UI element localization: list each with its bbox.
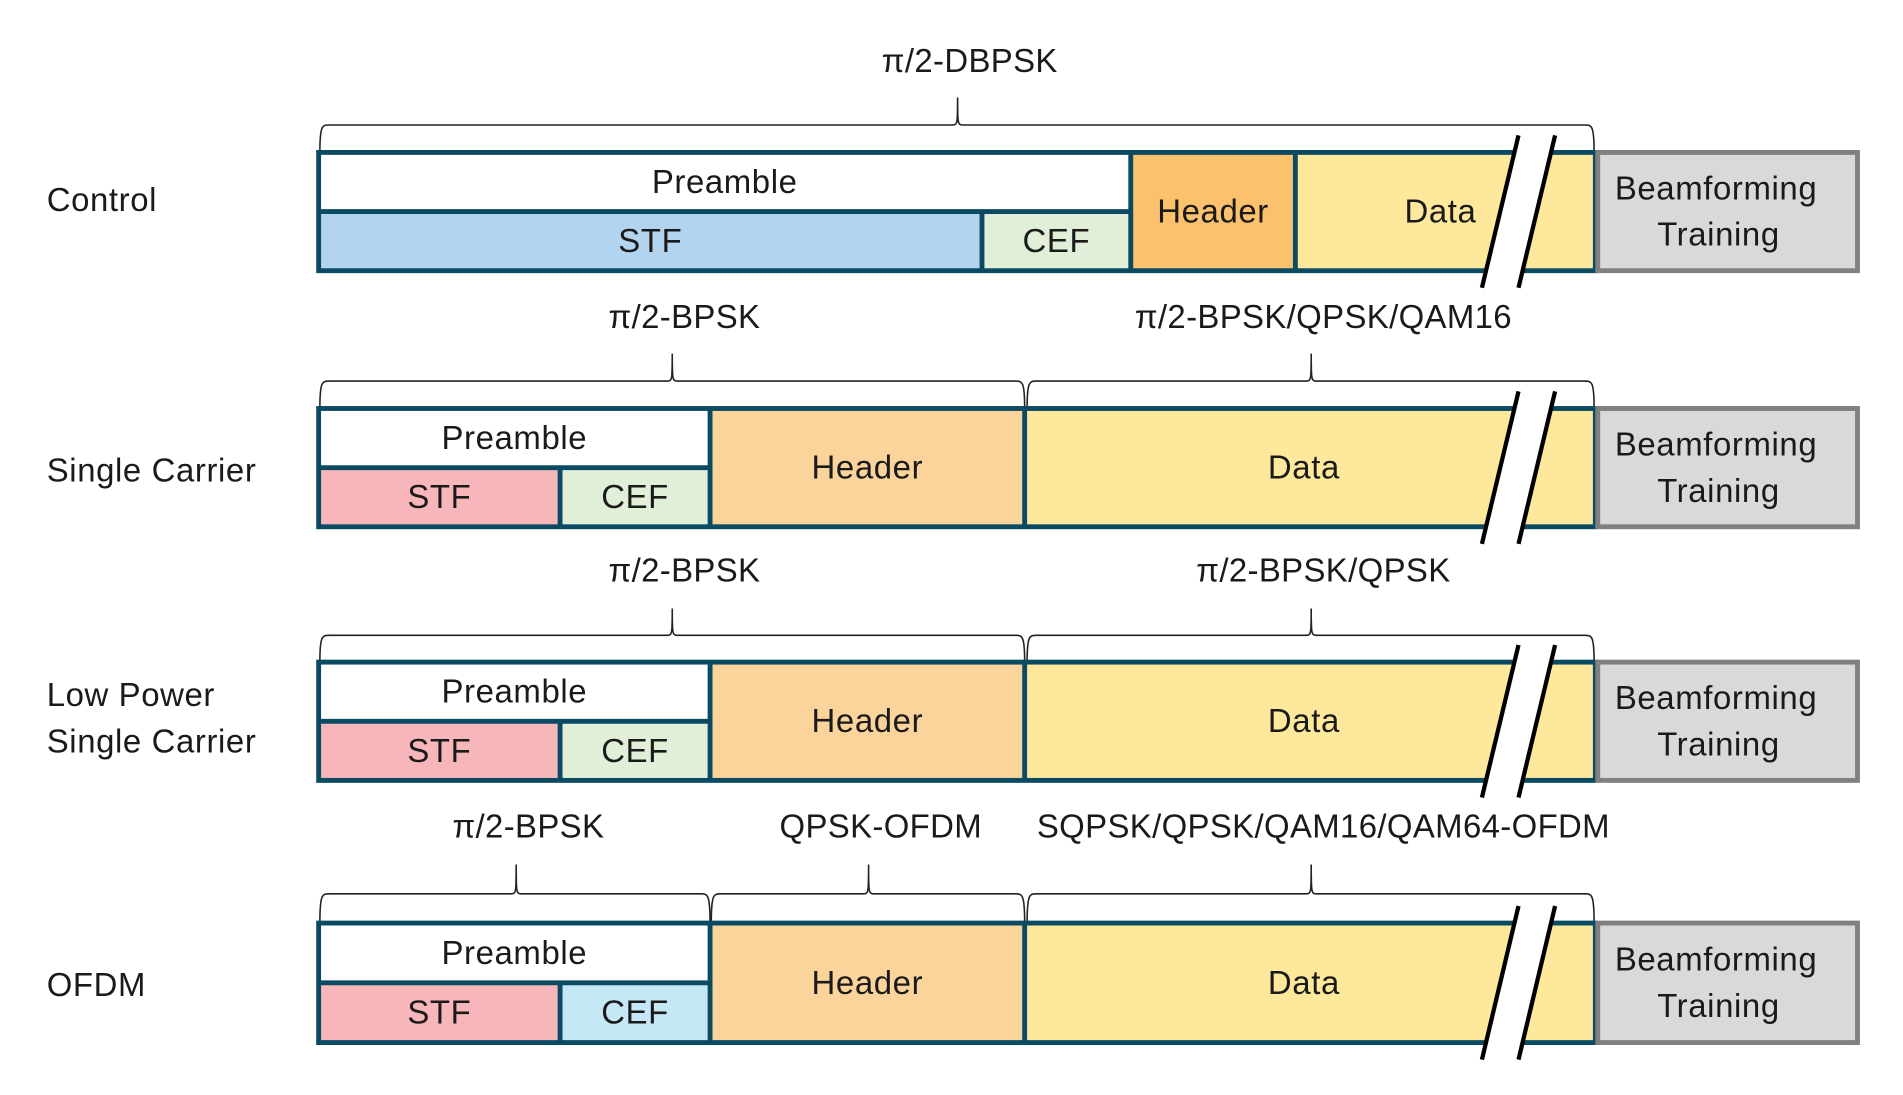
modulation-label: SQPSK/QPSK/QAM16/QAM64-OFDM	[1037, 808, 1610, 845]
row-label: Single Carrier	[47, 452, 257, 489]
header-label: Header	[812, 964, 924, 1001]
data-label: Data	[1268, 964, 1340, 1001]
header-label: Header	[812, 449, 924, 486]
data-label: Data	[1268, 702, 1340, 739]
data-label: Data	[1268, 449, 1340, 486]
row-label: OFDM	[47, 966, 146, 1003]
data-label: Data	[1404, 193, 1476, 230]
training-label: Training	[1657, 987, 1780, 1024]
stf-label: STF	[407, 478, 471, 515]
frame-row-low-power-single-carrier: Low Power Single Carrier π/2-BPSK π/2-BPSK/…	[47, 552, 1860, 798]
modulation-label: π/2-BPSK	[609, 552, 761, 589]
frame-row-single-carrier: Single Carrier π/2-BPSK π/2-BPSK/QPSK/QAM1…	[47, 298, 1860, 545]
training-label: Beamforming	[1615, 941, 1817, 978]
row-label: Single Carrier	[47, 722, 257, 759]
modulation-brace	[319, 608, 1026, 663]
cef-label: CEF	[1023, 222, 1091, 259]
modulation-label: π/2-BPSK/QPSK	[1196, 552, 1450, 589]
modulation-brace	[1026, 864, 1595, 924]
training-label: Training	[1657, 725, 1780, 762]
cef-label: CEF	[601, 478, 669, 515]
preamble-label: Preamble	[441, 419, 587, 456]
cef-label: CEF	[601, 994, 669, 1031]
frame-row-ofdm: OFDM π/2-BPSK QPSK-OFDM SQPSK/QPSK/QAM16/QA…	[47, 808, 1860, 1061]
modulation-brace	[319, 864, 711, 924]
row-label: Control	[47, 181, 157, 218]
preamble-label: Preamble	[441, 934, 587, 971]
modulation-brace	[1026, 353, 1595, 409]
modulation-label: π/2-BPSK	[609, 298, 761, 335]
stf-label: STF	[618, 222, 682, 259]
modulation-brace	[319, 97, 1595, 153]
modulation-label: π/2-BPSK/QPSK/QAM16	[1135, 298, 1512, 335]
header-label: Header	[812, 702, 924, 739]
phy-frame-formats-diagram: Control π/2-DBPSK Preamble STF CEF Header Data…	[47, 42, 1860, 1061]
training-label: Training	[1657, 216, 1780, 253]
modulation-label: π/2-DBPSK	[882, 42, 1058, 79]
training-label: Beamforming	[1615, 679, 1817, 716]
stf-label: STF	[407, 732, 471, 769]
training-label: Beamforming	[1615, 425, 1817, 462]
preamble-label: Preamble	[441, 673, 587, 710]
cef-label: CEF	[601, 732, 669, 769]
preamble-label: Preamble	[652, 163, 798, 200]
training-label: Training	[1657, 472, 1780, 509]
modulation-label: π/2-BPSK	[452, 808, 604, 845]
training-label: Beamforming	[1615, 169, 1817, 206]
frame-row-control: Control π/2-DBPSK Preamble STF CEF Header Data…	[47, 42, 1860, 289]
row-label: Low Power	[47, 676, 215, 713]
modulation-brace	[319, 353, 1026, 409]
modulation-label: QPSK-OFDM	[779, 808, 982, 845]
header-label: Header	[1157, 193, 1269, 230]
modulation-brace	[710, 864, 1026, 924]
stf-label: STF	[407, 994, 471, 1031]
modulation-brace	[1026, 608, 1595, 663]
